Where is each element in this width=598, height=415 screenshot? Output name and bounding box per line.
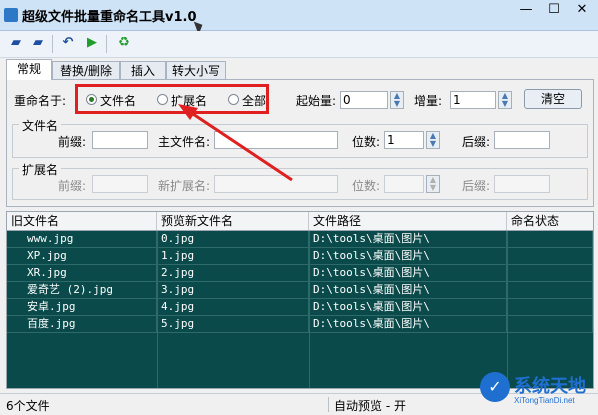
extension-group-title: 扩展名	[19, 161, 62, 178]
new-ext-input[interactable]	[214, 175, 338, 193]
close-button[interactable]: ✕	[568, 0, 596, 20]
cell-old-name: 百度.jpg	[7, 316, 157, 332]
table-row[interactable]: 爱奇艺 (2).jpg 3.jpg D:\tools\桌面\图片\	[7, 282, 593, 299]
run-icon[interactable]: ▶	[84, 35, 100, 51]
undo-icon[interactable]: ↶	[60, 35, 76, 51]
ext-digits-spinner[interactable]: ▲ ▼	[426, 175, 440, 193]
suffix-input[interactable]	[494, 131, 550, 149]
watermark-name: 系统天地	[514, 376, 586, 397]
toolbar-separator	[106, 35, 107, 53]
main-name-input[interactable]	[214, 131, 338, 149]
clear-button[interactable]: 清空	[524, 89, 582, 109]
app-icon	[4, 8, 18, 22]
cell-old-name: 爱奇艺 (2).jpg	[7, 282, 157, 298]
cell-new-name: 5.jpg	[157, 316, 309, 332]
tab-general[interactable]: 常规	[6, 59, 52, 80]
step-input[interactable]: 1	[450, 91, 496, 109]
file-table[interactable]: 旧文件名 预览新文件名 文件路径 命名状态 www.jpg 0.jpg D:\too…	[6, 211, 594, 389]
digits-input[interactable]: 1	[384, 131, 424, 149]
cell-path: D:\tools\桌面\图片\	[309, 316, 507, 332]
start-value-spinner[interactable]: ▲ ▼	[390, 91, 404, 109]
cell-path: D:\tools\桌面\图片\	[309, 282, 507, 298]
maximize-button[interactable]: ☐	[540, 0, 568, 20]
table-row[interactable]: XR.jpg 2.jpg D:\tools\桌面\图片\	[7, 265, 593, 282]
column-header-path[interactable]: 文件路径	[309, 212, 507, 230]
start-value-input[interactable]: 0	[340, 91, 388, 109]
digits-label: 位数:	[352, 135, 381, 149]
cell-status	[507, 299, 593, 315]
step-label: 增量:	[414, 94, 443, 108]
ext-prefix-input[interactable]	[92, 175, 148, 193]
watermark-logo-icon: ✓	[480, 372, 510, 402]
ext-digits-input[interactable]	[384, 175, 424, 193]
status-divider	[328, 397, 329, 412]
site-watermark: ✓ 系统天地 XiTongTianDi.net	[480, 370, 598, 414]
tab-change-case[interactable]: 转大小写	[166, 61, 226, 80]
table-body: www.jpg 0.jpg D:\tools\桌面\图片\ XP.jpg 1.jpg D:…	[7, 231, 593, 388]
minimize-button[interactable]: —	[512, 0, 540, 20]
prefix-label: 前缀:	[58, 135, 87, 149]
auto-preview-status: 自动预览 - 开	[334, 399, 406, 413]
table-row[interactable]: 安卓.jpg 4.jpg D:\tools\桌面\图片\	[7, 299, 593, 316]
ext-suffix-input[interactable]	[494, 175, 550, 193]
table-header: 旧文件名 预览新文件名 文件路径 命名状态	[7, 212, 593, 231]
refresh-icon[interactable]: ♻	[116, 35, 132, 51]
cell-path: D:\tools\桌面\图片\	[309, 231, 507, 247]
cell-status	[507, 282, 593, 298]
main-name-label: 主文件名:	[158, 135, 211, 149]
open-folder-icon[interactable]: ▰	[8, 35, 24, 51]
new-ext-label: 新扩展名:	[158, 179, 211, 193]
cell-path: D:\tools\桌面\图片\	[309, 248, 507, 264]
digits-spinner[interactable]: ▲ ▼	[426, 131, 440, 149]
watermark-url: XiTongTianDi.net	[514, 396, 575, 405]
title-bar: 超级文件批量重命名工具v1.0 — ☐ ✕	[0, 0, 598, 35]
cell-old-name: 安卓.jpg	[7, 299, 157, 315]
cell-new-name: 3.jpg	[157, 282, 309, 298]
cell-path: D:\tools\桌面\图片\	[309, 265, 507, 281]
cell-status	[507, 231, 593, 247]
ext-suffix-label: 后缀:	[462, 179, 491, 193]
filename-group-title: 文件名	[19, 117, 62, 134]
cell-old-name: XP.jpg	[7, 248, 157, 264]
cell-old-name: XR.jpg	[7, 265, 157, 281]
tab-insert[interactable]: 插入	[120, 61, 166, 80]
rename-target-label: 重命名于:	[14, 94, 67, 108]
table-row[interactable]: www.jpg 0.jpg D:\tools\桌面\图片\	[7, 231, 593, 248]
column-header-new-name[interactable]: 预览新文件名	[157, 212, 309, 230]
ext-digits-label: 位数:	[352, 179, 381, 193]
window-title: 超级文件批量重命名工具v1.0	[22, 10, 197, 25]
toolbar-separator	[52, 35, 53, 53]
cell-status	[507, 316, 593, 332]
table-row[interactable]: XP.jpg 1.jpg D:\tools\桌面\图片\	[7, 248, 593, 265]
cell-status	[507, 265, 593, 281]
open-file-icon[interactable]: ▰	[30, 35, 46, 51]
cell-new-name: 2.jpg	[157, 265, 309, 281]
file-count-status: 6个文件	[6, 399, 50, 413]
table-row[interactable]: 百度.jpg 5.jpg D:\tools\桌面\图片\	[7, 316, 593, 333]
annotation-highlight-box	[75, 84, 269, 114]
app-window: 超级文件批量重命名工具v1.0 — ☐ ✕ ▰ ▰ ↶ ▶ ♻ 常规 替换/删除…	[0, 0, 598, 415]
step-spinner[interactable]: ▲ ▼	[498, 91, 512, 109]
ext-prefix-label: 前缀:	[58, 179, 87, 193]
cell-new-name: 4.jpg	[157, 299, 309, 315]
cell-old-name: www.jpg	[7, 231, 157, 247]
cell-new-name: 1.jpg	[157, 248, 309, 264]
column-header-status[interactable]: 命名状态	[507, 212, 593, 230]
column-header-old-name[interactable]: 旧文件名	[7, 212, 157, 230]
toolbar: ▰ ▰ ↶ ▶ ♻	[0, 31, 598, 58]
suffix-label: 后缀:	[462, 135, 491, 149]
start-value-label: 起始量:	[296, 94, 337, 108]
cell-path: D:\tools\桌面\图片\	[309, 299, 507, 315]
cell-new-name: 0.jpg	[157, 231, 309, 247]
tab-replace-delete[interactable]: 替换/删除	[52, 61, 120, 80]
prefix-input[interactable]	[92, 131, 148, 149]
cell-status	[507, 248, 593, 264]
